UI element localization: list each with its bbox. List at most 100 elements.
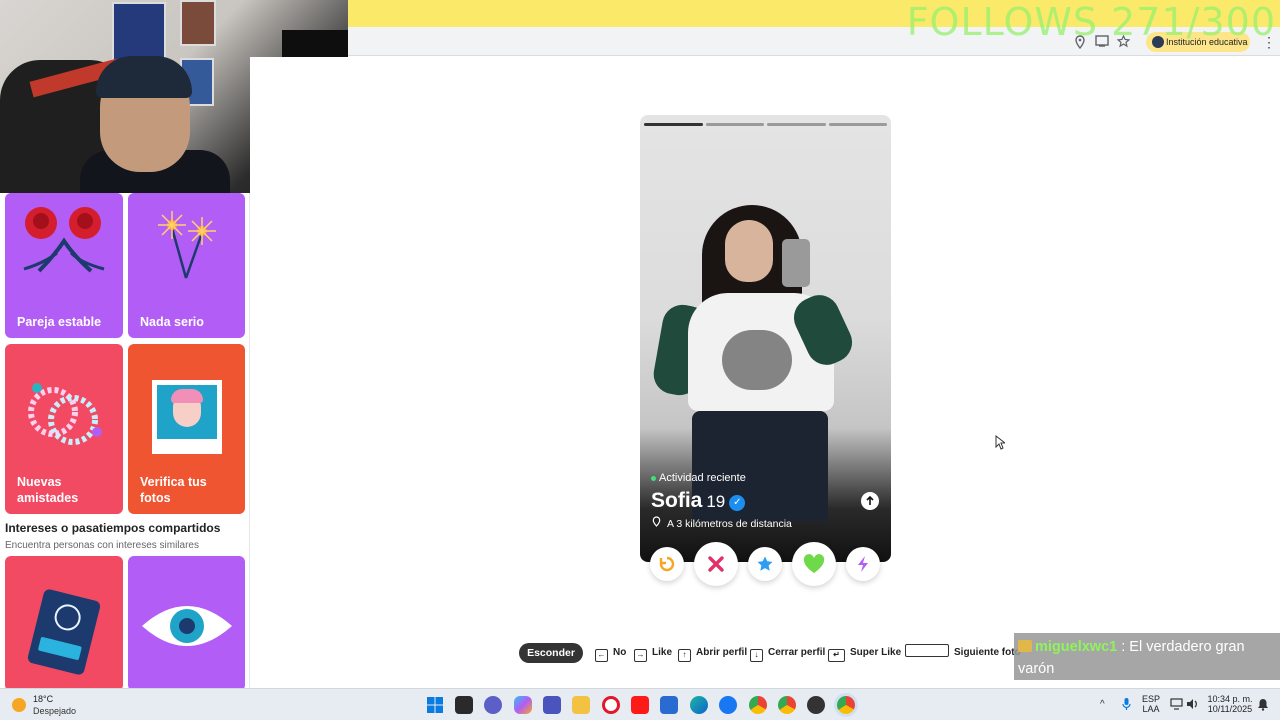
windows-start-icon[interactable] [426, 696, 444, 714]
lightning-icon [858, 556, 868, 572]
photo-indicator-segment [644, 123, 703, 126]
boost-button[interactable] [846, 547, 880, 581]
chrome-icon[interactable] [749, 696, 767, 714]
arrow-left-key-icon: ← [595, 649, 608, 662]
screen: Institución educativa ⋮ FOLLOWS 271/300 … [0, 0, 1280, 720]
chat-username: miguelxwc1 [1035, 639, 1118, 655]
tile-pareja-estable[interactable]: Pareja estable [5, 193, 123, 338]
photo-figure [782, 239, 810, 287]
tile-label: Verifica tus fotos [140, 475, 207, 505]
photo-figure [722, 330, 792, 390]
photo-indicator-segment [767, 123, 826, 126]
store-icon[interactable] [660, 696, 678, 714]
task-view-icon[interactable] [455, 696, 473, 714]
language-indicator[interactable]: ESP LAA [1142, 694, 1160, 714]
shortcut-label: Abrir perfil [696, 647, 748, 658]
obs-icon[interactable] [807, 696, 825, 714]
chat-badge-icon [1018, 640, 1032, 652]
explore-sidebar: Pareja estable Nada serio Nuevas amistad… [0, 193, 250, 688]
volume-icon[interactable] [1186, 698, 1198, 710]
eye-icon [142, 606, 232, 646]
shortcut-close-profile: ↓ Cerrar perfil [750, 643, 825, 663]
edge-icon[interactable] [690, 696, 708, 714]
action-bar [650, 542, 881, 588]
online-dot-icon [651, 475, 656, 481]
profile-card[interactable]: Actividad reciente Sofia 19 ✓ A 3 kilómetr… [640, 115, 891, 562]
tile-fotografia[interactable] [128, 556, 245, 688]
facebook-icon[interactable] [719, 696, 737, 714]
network-icon[interactable] [1170, 698, 1183, 710]
mouse-cursor-icon [995, 435, 1005, 450]
shortcut-no: ← No [595, 643, 626, 663]
distance-label: A 3 kilómetros de distancia [667, 518, 792, 530]
verified-badge-icon: ✓ [729, 495, 746, 511]
shortcut-like: → Like [634, 643, 672, 663]
bracelets-icon [28, 383, 102, 445]
tile-label: Pareja estable [17, 315, 102, 329]
tray-chevron-icon[interactable]: ^ [1100, 699, 1105, 710]
section-subtitle: Encuentra personas con intereses similar… [5, 540, 199, 551]
weather-temp: 18°C [33, 694, 54, 704]
tile-label: Nuevas amistades [17, 475, 79, 505]
clock-date: 10/11/2025 [1207, 704, 1253, 714]
tile-nada-serio[interactable]: Nada serio [128, 193, 245, 338]
shortcut-next-photo: Siguiente foto [905, 643, 1021, 663]
follows-goal: FOLLOWS 271/300 [906, 0, 1276, 44]
roses-icon [23, 207, 105, 273]
shortcut-label: Cerrar perfil [768, 647, 826, 658]
chrome-profile-icon[interactable] [778, 696, 796, 714]
section-title: Intereses o pasatiempos compartidos [5, 521, 221, 535]
photo-indicator [644, 123, 887, 126]
microphone-icon[interactable] [1122, 697, 1131, 711]
shortcut-label: Siguiente foto [954, 647, 1021, 658]
clock-time: 10:34 p. m. [1207, 694, 1253, 704]
stream-chat-message: miguelxwc1 : El verdadero gran varón [1014, 633, 1280, 680]
teams-icon[interactable] [543, 696, 561, 714]
heart-icon [803, 554, 825, 573]
chat-separator: : [1121, 639, 1126, 655]
star-icon [757, 556, 773, 571]
location-pin-icon [652, 516, 661, 530]
shortcut-label: Super Like [850, 647, 902, 658]
arrow-down-key-icon: ↓ [750, 649, 763, 662]
photo-indicator-segment [828, 123, 887, 126]
tile-nuevas-amistades[interactable]: Nuevas amistades [5, 344, 123, 514]
enter-key-icon: ↵ [828, 649, 845, 662]
streamer-cap [96, 56, 192, 98]
keyboard-shortcuts: Esconder ← No → Like ↑ Abrir perfil ↓ Cerrar… [519, 643, 1021, 663]
rewind-button[interactable] [650, 547, 684, 581]
photo-figure [725, 220, 773, 282]
shortcut-open-profile: ↑ Abrir perfil [678, 643, 747, 663]
profile-name: Sofia [651, 489, 703, 512]
tile-label: Nada serio [140, 315, 204, 329]
youtube-icon[interactable] [631, 696, 649, 714]
weather-condition: Despejado [33, 706, 77, 716]
nope-button[interactable] [694, 542, 738, 586]
copilot-icon[interactable] [514, 696, 532, 714]
profile-name-line: Sofia 19 ✓ [651, 489, 746, 513]
shortcut-super-like: ↵ Super Like [828, 643, 901, 663]
tile-viajes[interactable] [5, 556, 123, 688]
keyboard-layout: LAA [1142, 704, 1160, 714]
notification-bell-icon[interactable] [1257, 698, 1269, 711]
passport-icon [26, 588, 102, 676]
wall-poster [180, 0, 216, 46]
photo-frame-icon [152, 380, 222, 454]
chrome-active-icon[interactable] [837, 696, 855, 714]
hide-shortcuts-button[interactable]: Esconder [519, 643, 583, 663]
arrow-up-key-icon: ↑ [678, 649, 691, 662]
opera-icon[interactable] [602, 696, 620, 714]
super-like-button[interactable] [748, 547, 782, 581]
clock[interactable]: 10:34 p. m. 10/11/2025 [1206, 694, 1254, 714]
shortcut-label: No [613, 647, 627, 658]
open-profile-button[interactable] [861, 492, 879, 510]
tile-verifica-fotos[interactable]: Verifica tus fotos [128, 344, 245, 514]
close-icon [708, 556, 724, 572]
arrow-right-key-icon: → [634, 649, 647, 662]
sparklers-icon [158, 211, 216, 279]
profile-distance: A 3 kilómetros de distancia [652, 516, 792, 530]
file-explorer-icon[interactable] [572, 696, 590, 714]
photo-indicator-segment [705, 123, 764, 126]
chat-app-icon[interactable] [484, 696, 502, 714]
like-button[interactable] [792, 542, 836, 586]
